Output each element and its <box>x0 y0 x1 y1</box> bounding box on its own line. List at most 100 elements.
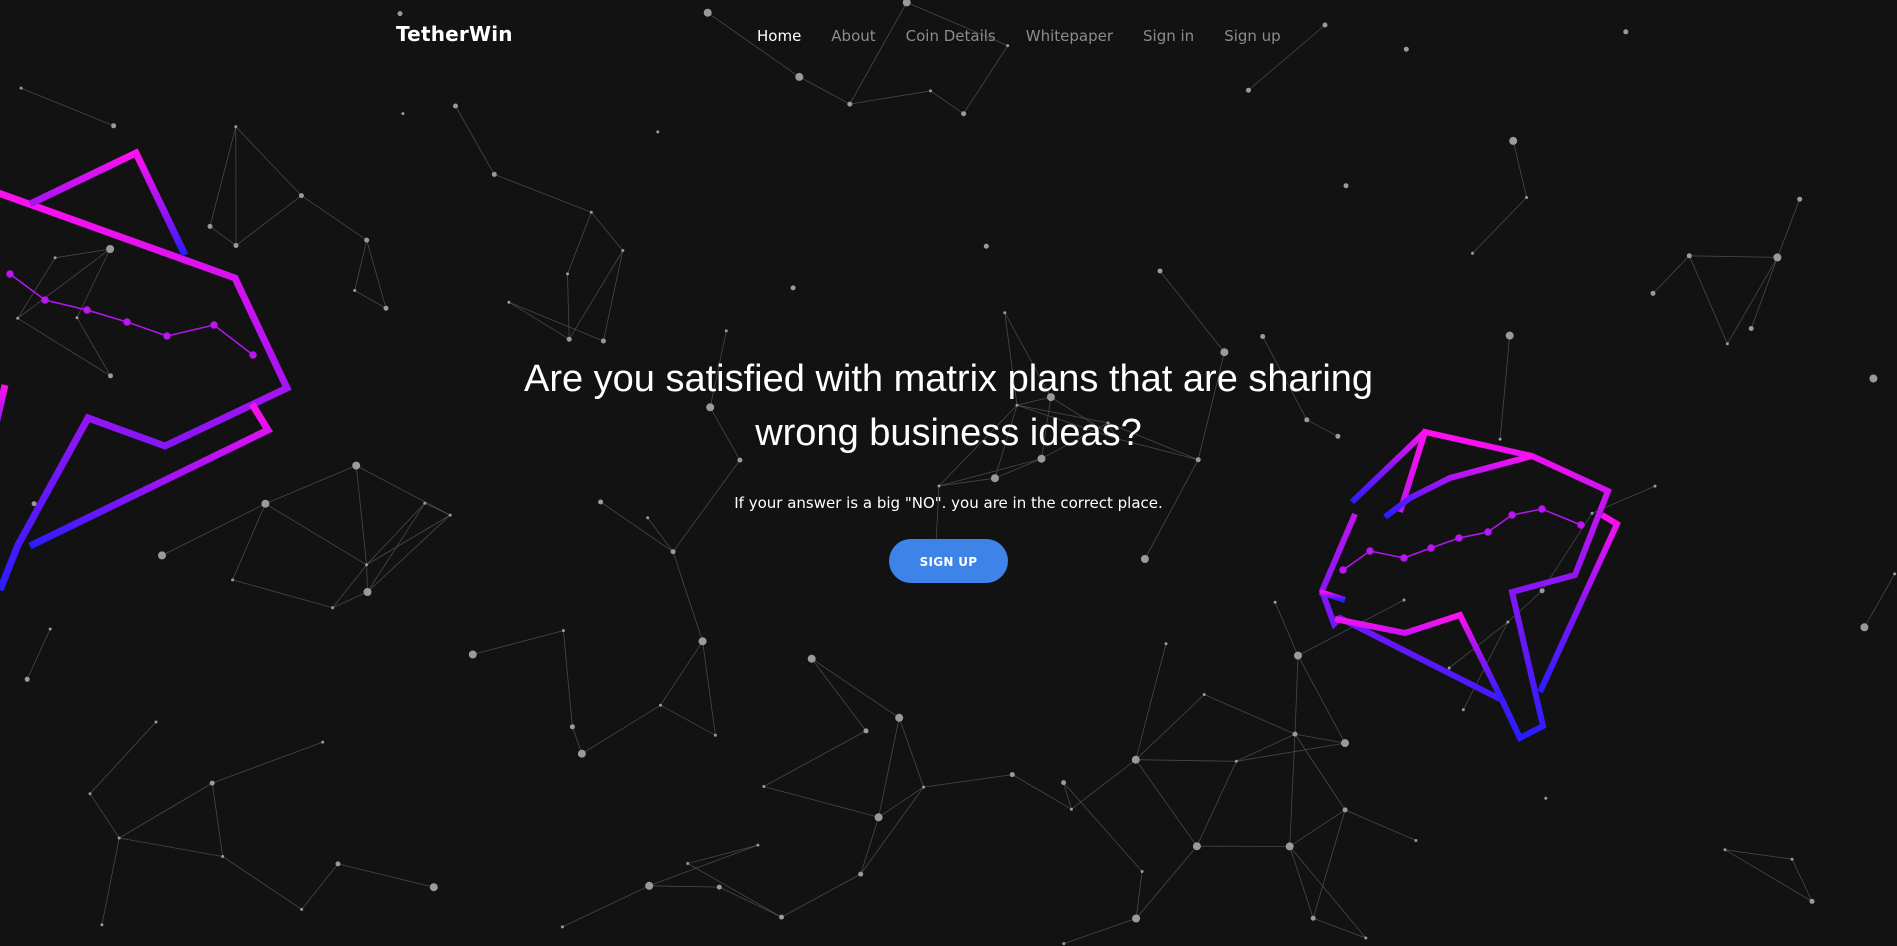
network-node <box>577 749 586 758</box>
nav-item-sign-in: Sign in <box>1143 26 1194 45</box>
network-line <box>1289 846 1367 939</box>
network-line <box>930 90 964 115</box>
network-line <box>1294 733 1346 811</box>
network-line <box>89 721 157 794</box>
network-node <box>858 871 864 877</box>
network-node <box>1061 780 1067 786</box>
nav-link-sign-in[interactable]: Sign in <box>1143 27 1194 45</box>
network-node <box>1164 642 1168 646</box>
network-line <box>76 248 111 318</box>
network-node <box>364 237 370 243</box>
network-line <box>687 844 759 864</box>
network-line <box>649 844 759 887</box>
network-line <box>1135 643 1167 760</box>
network-node <box>1062 942 1066 946</box>
network-node <box>507 300 511 304</box>
network-node <box>698 637 707 646</box>
network-line <box>301 195 367 241</box>
network-line <box>1289 846 1314 919</box>
sign-up-button[interactable]: SIGN UP <box>889 539 1008 583</box>
network-node <box>1364 936 1368 940</box>
network-node <box>1748 326 1754 331</box>
network-line <box>1236 733 1296 762</box>
nav-link-coin-details[interactable]: Coin Details <box>906 27 996 45</box>
network-line <box>562 885 650 928</box>
network-line <box>508 301 570 340</box>
network-node <box>895 713 904 722</box>
network-node <box>233 243 239 248</box>
network-node <box>1544 796 1548 800</box>
network-node <box>1343 183 1349 189</box>
nav-link-sign-up[interactable]: Sign up <box>1224 27 1281 45</box>
network-node <box>75 316 79 320</box>
network-line <box>1297 655 1346 744</box>
network-line <box>232 579 333 609</box>
network-line <box>603 250 624 342</box>
network-node <box>560 925 564 929</box>
network-line <box>1135 845 1198 919</box>
network-node <box>491 171 497 177</box>
network-node <box>807 654 816 663</box>
network-line <box>878 786 924 818</box>
network-node <box>686 862 690 865</box>
network-line <box>1196 761 1237 847</box>
nav-link-about[interactable]: About <box>831 27 875 45</box>
network-node <box>331 606 335 610</box>
network-line <box>1344 809 1417 841</box>
network-node <box>1341 739 1349 748</box>
network-node <box>656 130 660 134</box>
network-node <box>1246 87 1251 93</box>
network-line <box>209 226 237 246</box>
network-node <box>88 792 92 796</box>
network-node <box>383 305 389 311</box>
network-line <box>26 628 51 680</box>
network-line <box>581 704 661 755</box>
page: TetherWin Home About Coin Details Whitep… <box>0 0 1897 946</box>
network-node <box>1292 731 1298 737</box>
network-node <box>48 627 52 631</box>
network-node <box>600 338 606 344</box>
network-line <box>567 273 570 340</box>
network-node <box>117 836 121 840</box>
network-line <box>17 257 56 319</box>
network-line <box>860 786 924 875</box>
network-line <box>1289 809 1346 847</box>
network-node <box>790 285 796 291</box>
network-node <box>659 703 662 707</box>
network-node <box>234 125 238 129</box>
network-line <box>212 741 323 784</box>
network-node <box>1402 598 1406 602</box>
network-node <box>335 861 341 867</box>
network-node <box>863 728 869 734</box>
nav-link-whitepaper[interactable]: Whitepaper <box>1026 27 1113 45</box>
network-line <box>17 248 111 319</box>
network-node <box>401 112 405 116</box>
network-node <box>566 336 572 342</box>
network-node <box>24 676 30 682</box>
network-line <box>1724 849 1813 902</box>
network-line <box>472 630 564 655</box>
network-node <box>53 256 57 260</box>
network-line <box>455 105 495 175</box>
network-node <box>724 329 728 333</box>
network-node <box>1650 290 1656 296</box>
network-line <box>702 641 716 736</box>
network-line <box>1750 257 1778 329</box>
network-line <box>20 87 114 127</box>
nav-link-home[interactable]: Home <box>757 27 801 45</box>
network-node <box>363 588 372 596</box>
network-line <box>209 126 237 227</box>
network-line <box>1472 197 1527 254</box>
network-line <box>572 726 583 754</box>
network-node <box>1461 708 1465 712</box>
network-line <box>1507 590 1543 623</box>
network-line <box>118 782 213 839</box>
brand-logo[interactable]: TetherWin <box>396 22 513 46</box>
network-node <box>221 855 225 858</box>
network-line <box>235 126 302 196</box>
network-line <box>1289 734 1296 847</box>
network-line <box>1727 257 1778 344</box>
network-node <box>16 316 20 320</box>
network-node <box>1009 772 1015 778</box>
network-node <box>1447 666 1451 670</box>
